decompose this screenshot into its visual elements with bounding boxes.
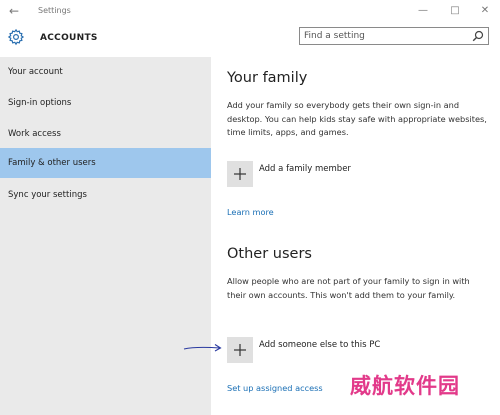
learn-more-link[interactable]: Learn more (227, 206, 274, 218)
search-icon[interactable] (472, 30, 484, 42)
watermark-logo: 威航软件园 (350, 374, 460, 398)
family-description: Add your family so everybody gets their … (227, 100, 487, 137)
sidebar-item-work-access[interactable]: Work access (0, 119, 211, 149)
page-title: ACCOUNTS (40, 33, 98, 43)
other-users-heading: Other users (227, 246, 312, 262)
maximize-icon[interactable]: □ (448, 4, 462, 18)
main-content: Your family Add your family so everybody… (211, 57, 500, 415)
back-arrow-icon[interactable]: ← (9, 4, 19, 18)
close-icon[interactable]: ✕ (478, 4, 492, 18)
plus-icon (234, 344, 246, 356)
sidebar-item-sign-in-options[interactable]: Sign-in options (0, 88, 211, 118)
other-users-description: Allow people who are not part of your fa… (227, 276, 470, 300)
gear-icon (7, 28, 25, 46)
assigned-access-link[interactable]: Set up assigned access (227, 382, 323, 394)
annotation-arrow-icon (183, 344, 222, 352)
family-heading: Your family (227, 70, 308, 86)
add-someone-else-label[interactable]: Add someone else to this PC (259, 339, 380, 351)
window-title: Settings (38, 6, 71, 15)
sidebar: Your account Sign-in options Work access… (0, 57, 211, 415)
title-bar: ← Settings — □ ✕ (0, 0, 500, 23)
search-input[interactable] (304, 29, 464, 43)
minimize-icon[interactable]: — (416, 4, 430, 18)
add-family-member-button[interactable] (227, 161, 253, 187)
sidebar-item-your-account[interactable]: Your account (0, 57, 211, 87)
sidebar-item-family-other-users[interactable]: Family & other users (0, 148, 211, 178)
plus-icon (234, 168, 246, 180)
sidebar-item-sync-settings[interactable]: Sync your settings (0, 180, 211, 210)
page-header: ACCOUNTS (0, 22, 500, 57)
add-family-member-label[interactable]: Add a family member (259, 163, 351, 175)
add-someone-else-button[interactable] (227, 337, 253, 363)
search-box[interactable] (299, 27, 489, 45)
